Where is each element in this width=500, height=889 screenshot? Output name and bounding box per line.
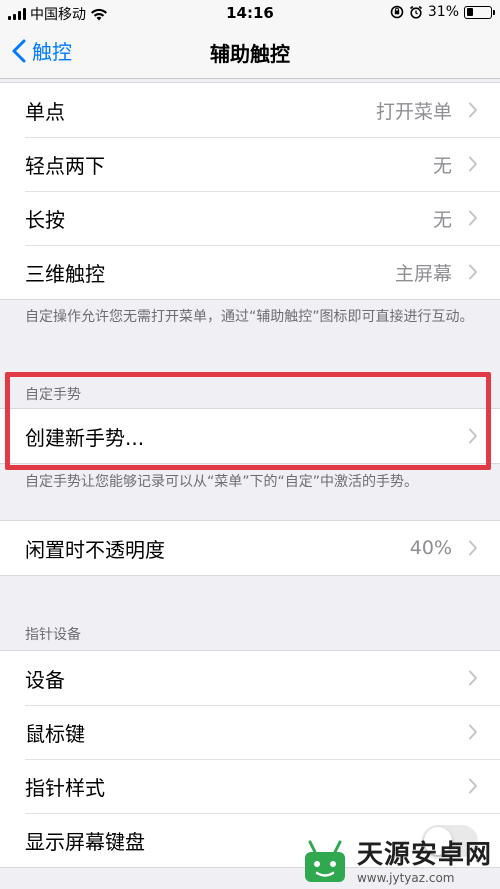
alarm-icon (409, 5, 422, 19)
actions-footnote: 自定操作允许您无需打开菜单，通过“辅助触控”图标即可直接进行互动。 (25, 309, 474, 325)
row-label: 三维触控 (25, 261, 105, 286)
idle-opacity-row[interactable]: 闲置时不透明度 40% (0, 521, 500, 575)
watermark-logo-icon (304, 840, 345, 882)
row-label: 单点 (25, 99, 65, 124)
row-label: 闲置时不透明度 (25, 537, 165, 562)
status-right: 31% (390, 4, 495, 20)
chevron-right-icon (469, 264, 477, 280)
rotation-lock-icon (390, 5, 404, 19)
custom-actions-group: 单点 打开菜单 轻点两下 无 长按 无 三维触控 主屏幕 (0, 82, 500, 300)
pointer-row-mouse-keys[interactable]: 鼠标键 (0, 705, 500, 759)
row-value: 主屏幕 (394, 262, 452, 285)
watermark: 天源安卓网 www.jytyaz.com (299, 834, 492, 885)
highlight-box (5, 372, 491, 470)
pointer-row-pointer-style[interactable]: 指针样式 (0, 759, 500, 813)
row-label: 显示屏幕键盘 (25, 829, 145, 854)
row-value: 无 (432, 208, 452, 231)
chevron-right-icon (469, 724, 477, 740)
status-bar: 中国移动 14:16 31% (0, 0, 500, 26)
watermark-text: 天源安卓网 www.jytyaz.com (357, 834, 492, 885)
row-label: 轻点两下 (25, 153, 105, 178)
row-label: 指针样式 (25, 775, 105, 800)
chevron-right-icon (469, 540, 477, 556)
page-title: 辅助触控 (210, 42, 290, 66)
row-label: 设备 (25, 667, 65, 692)
row-value: 无 (432, 154, 452, 177)
pointer-row-devices[interactable]: 设备 (0, 651, 500, 705)
opacity-group: 闲置时不透明度 40% (0, 520, 500, 576)
row-label: 长按 (25, 207, 65, 232)
chevron-right-icon (469, 670, 477, 686)
row-value: 打开菜单 (375, 100, 452, 123)
custom-gestures-footnote: 自定手势让您能够记录可以从“菜单”下的“自定”中激活的手势。 (25, 474, 419, 490)
pointer-devices-header: 指针设备 (25, 627, 81, 643)
action-row-double-tap[interactable]: 轻点两下 无 (0, 137, 500, 191)
chevron-right-icon (469, 778, 477, 794)
battery-icon (464, 5, 495, 19)
watermark-url: www.jytyaz.com (356, 871, 455, 885)
action-row-single-tap[interactable]: 单点 打开菜单 (0, 83, 500, 137)
chevron-right-icon (469, 210, 477, 226)
navigation-bar: 触控 辅助触控 (0, 26, 500, 79)
chevron-right-icon (469, 156, 477, 172)
row-value: 40% (409, 537, 452, 559)
action-row-long-press[interactable]: 长按 无 (0, 191, 500, 245)
chevron-right-icon (469, 102, 477, 118)
watermark-title: 天源安卓网 (356, 840, 492, 870)
row-label: 鼠标键 (25, 721, 85, 746)
battery-fill (466, 8, 474, 16)
action-row-3d-touch[interactable]: 三维触控 主屏幕 (0, 245, 500, 299)
battery-percent: 31% (427, 4, 459, 20)
